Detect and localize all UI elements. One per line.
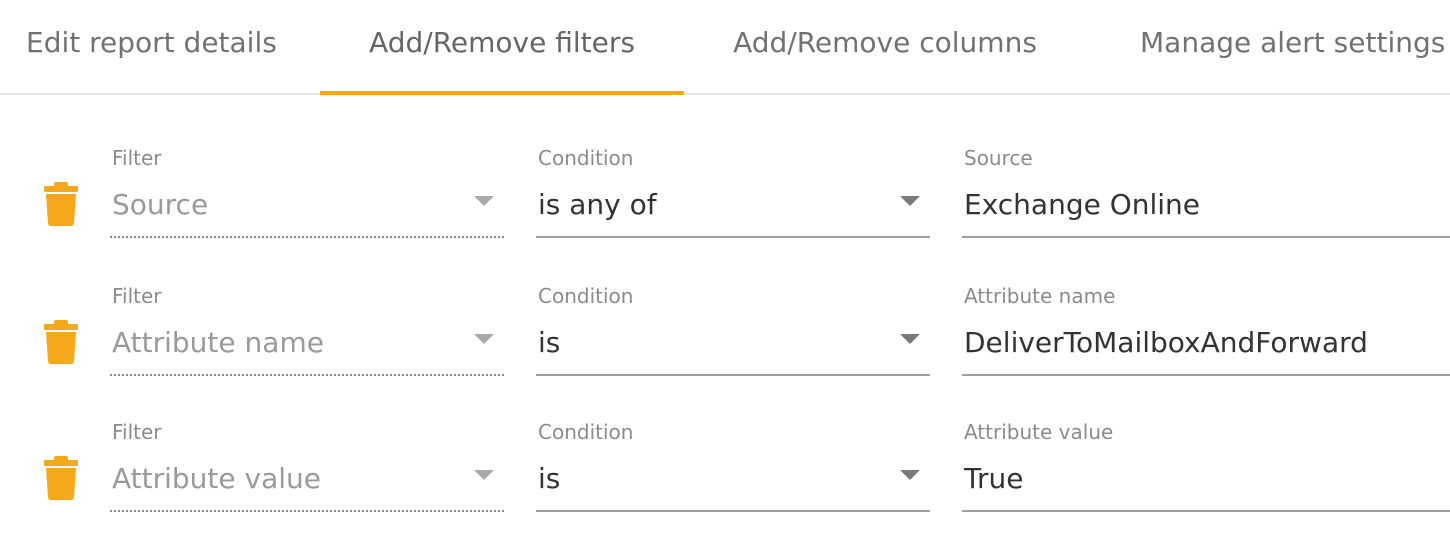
condition-label: Condition bbox=[538, 420, 634, 444]
source-value-field[interactable]: Source Exchange Online bbox=[962, 140, 1450, 240]
tab-manage-alert-settings[interactable]: Manage alert settings bbox=[1110, 0, 1450, 95]
trash-icon[interactable] bbox=[44, 320, 78, 364]
filter-label: Filter bbox=[112, 284, 162, 308]
value-label: Attribute name bbox=[964, 284, 1116, 308]
field-underline bbox=[536, 510, 930, 512]
filter-value: Attribute name bbox=[112, 326, 324, 359]
trash-icon[interactable] bbox=[44, 456, 78, 500]
filter-value: Attribute value bbox=[112, 462, 322, 495]
caret-down-icon[interactable] bbox=[900, 196, 920, 206]
filter-select: Filter Attribute value bbox=[110, 414, 504, 514]
value-label: Attribute value bbox=[964, 420, 1114, 444]
caret-down-icon bbox=[474, 470, 494, 480]
caret-down-icon[interactable] bbox=[900, 334, 920, 344]
condition-select[interactable]: Condition is bbox=[536, 414, 930, 514]
field-underline bbox=[962, 510, 1450, 512]
condition-label: Condition bbox=[538, 146, 634, 170]
caret-down-icon bbox=[474, 334, 494, 344]
attribute-value-field[interactable]: Attribute value True bbox=[962, 414, 1450, 514]
field-underline bbox=[110, 374, 504, 376]
field-underline bbox=[110, 236, 504, 238]
value-text: True bbox=[964, 462, 1024, 495]
tab-bar: Edit report details Add/Remove filters A… bbox=[0, 0, 1450, 95]
field-underline bbox=[536, 236, 930, 238]
filter-row: Filter Attribute name Condition is Attri… bbox=[0, 278, 1450, 398]
filter-select: Filter Attribute name bbox=[110, 278, 504, 378]
filter-label: Filter bbox=[112, 420, 162, 444]
condition-select[interactable]: Condition is any of bbox=[536, 140, 930, 240]
condition-value: is bbox=[538, 462, 561, 495]
filter-label: Filter bbox=[112, 146, 162, 170]
value-text: DeliverToMailboxAndForward bbox=[964, 326, 1368, 359]
caret-down-icon[interactable] bbox=[900, 470, 920, 480]
condition-value: is any of bbox=[538, 188, 657, 221]
condition-select[interactable]: Condition is bbox=[536, 278, 930, 378]
attribute-name-field[interactable]: Attribute name DeliverToMailboxAndForwar… bbox=[962, 278, 1450, 378]
tab-add-remove-columns[interactable]: Add/Remove columns bbox=[700, 0, 1070, 95]
field-underline bbox=[536, 374, 930, 376]
field-underline bbox=[110, 510, 504, 512]
filter-row: Filter Source Condition is any of Source… bbox=[0, 140, 1450, 260]
filter-row: Filter Attribute value Condition is Attr… bbox=[0, 414, 1450, 534]
trash-icon[interactable] bbox=[44, 182, 78, 226]
tab-edit-report-details[interactable]: Edit report details bbox=[0, 0, 290, 95]
value-text: Exchange Online bbox=[964, 188, 1201, 221]
tab-add-remove-filters[interactable]: Add/Remove filters bbox=[320, 0, 684, 95]
condition-label: Condition bbox=[538, 284, 634, 308]
filter-value: Source bbox=[112, 188, 209, 221]
field-underline bbox=[962, 374, 1450, 376]
condition-value: is bbox=[538, 326, 561, 359]
field-underline bbox=[962, 236, 1450, 238]
caret-down-icon bbox=[474, 196, 494, 206]
value-label: Source bbox=[964, 146, 1033, 170]
filter-select: Filter Source bbox=[110, 140, 504, 240]
